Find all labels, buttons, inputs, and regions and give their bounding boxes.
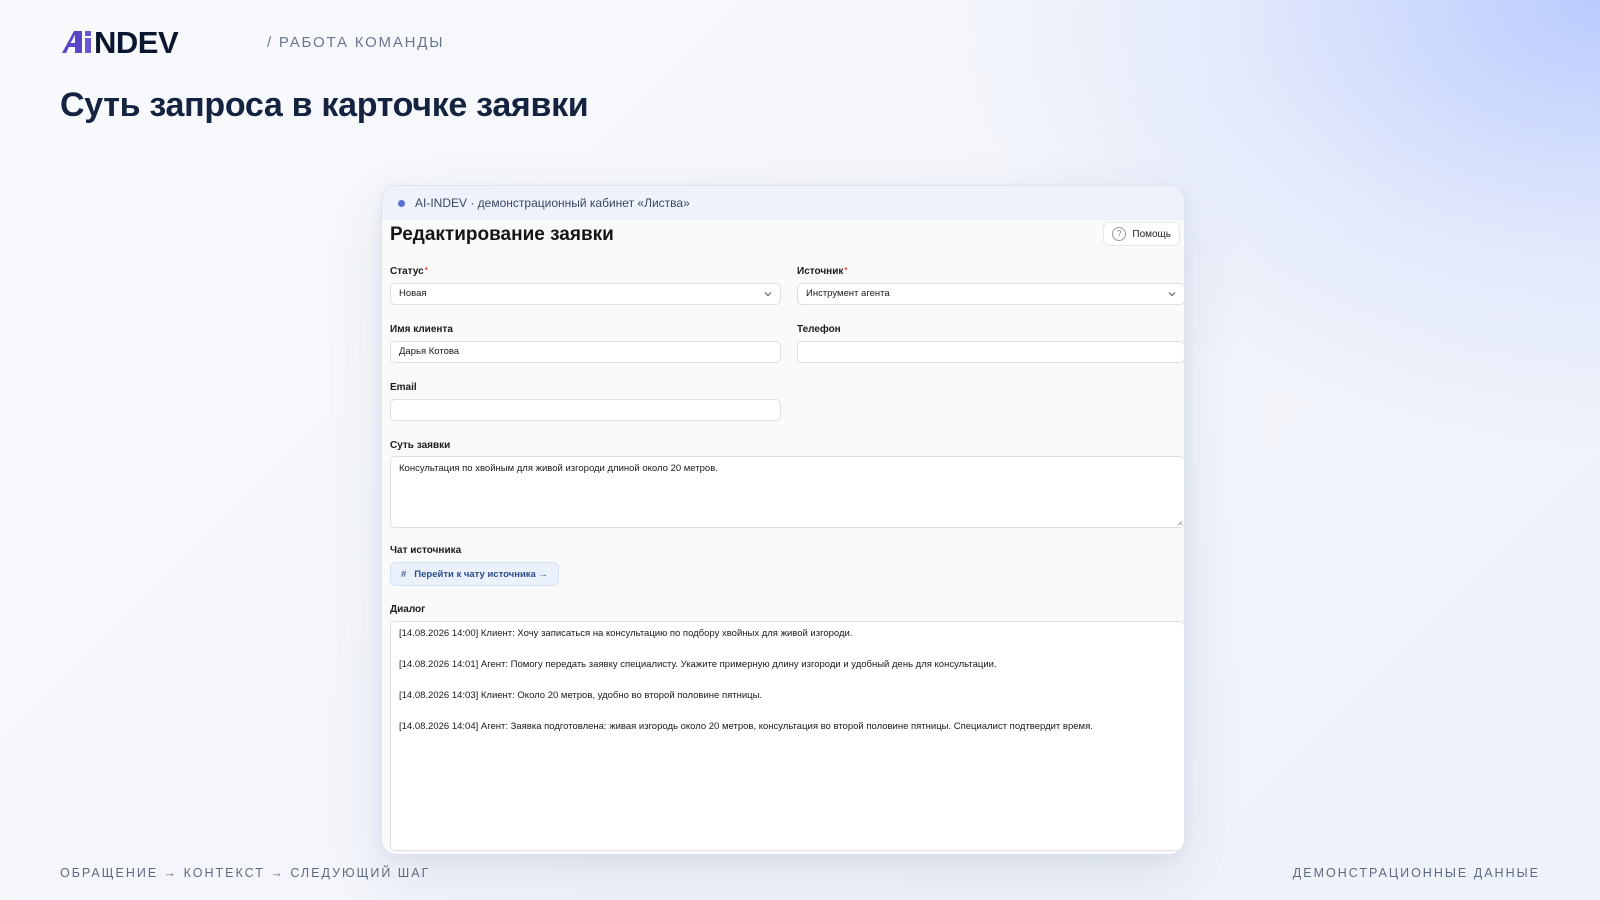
required-mark: * <box>424 266 428 275</box>
dialog-message: [14.08.2026 14:04] Агент: Заявка подгото… <box>399 721 1093 732</box>
go-to-source-chat-button[interactable]: # Перейти к чату источника → <box>390 562 559 586</box>
help-label: Помощь <box>1132 228 1171 240</box>
summary-value: Консультация по хвойным для живой изгоро… <box>399 463 718 474</box>
source-chat-label: Чат источника <box>390 545 462 556</box>
help-circle-icon: ? <box>1112 227 1127 241</box>
status-dot-icon <box>398 199 405 207</box>
phone-label: Телефон <box>797 324 841 335</box>
status-value: Новая <box>399 288 427 299</box>
help-button[interactable]: ? Помощь <box>1103 222 1180 246</box>
resize-grip-icon[interactable] <box>1177 520 1183 526</box>
logo-wordmark: NDEV <box>60 24 179 60</box>
status-label-text: Статус <box>390 266 424 277</box>
app-window: AI-INDEV · демонстрационный кабинет «Лис… <box>381 185 1185 855</box>
dialog-textarea[interactable]: [14.08.2026 14:00] Клиент: Хочу записать… <box>390 621 1184 851</box>
slide-title: Суть запроса в карточке заявки <box>60 86 589 124</box>
source-label: Источник* <box>797 266 848 277</box>
chevron-down-icon <box>764 292 772 297</box>
dialog-label: Диалог <box>390 604 426 615</box>
phone-input[interactable] <box>797 341 1184 363</box>
dialog-message: [14.08.2026 14:00] Клиент: Хочу записать… <box>399 628 853 639</box>
go-to-source-chat-label: Перейти к чату источника → <box>414 568 548 580</box>
status-select[interactable]: Новая <box>390 283 781 305</box>
ai-logo-mark-icon <box>62 31 91 53</box>
client-name-label: Имя клиента <box>390 324 453 335</box>
client-name-input[interactable]: Дарья Котова <box>390 341 781 363</box>
dialog-message: [14.08.2026 14:03] Клиент: Около 20 метр… <box>399 690 763 701</box>
window-titlebar: AI-INDEV · демонстрационный кабинет «Лис… <box>382 186 1184 220</box>
brand-logo: NDEV <box>60 24 179 60</box>
chevron-down-icon <box>1168 292 1176 297</box>
logo-text: NDEV <box>94 24 179 60</box>
section-label: / РАБОТА КОМАНДЫ <box>267 34 445 51</box>
window-title: AI-INDEV · демонстрационный кабинет «Лис… <box>415 196 690 210</box>
dialog-message: [14.08.2026 14:01] Агент: Помогу передат… <box>399 659 997 670</box>
hash-icon: # <box>401 568 407 580</box>
client-name-value: Дарья Котова <box>399 346 460 357</box>
status-label: Статус* <box>390 266 428 277</box>
source-label-text: Источник <box>797 266 844 277</box>
form-title: Редактирование заявки <box>390 224 614 245</box>
email-label: Email <box>390 382 417 393</box>
source-select[interactable]: Инструмент агента <box>797 283 1184 305</box>
email-input[interactable] <box>390 399 781 421</box>
edit-request-form: Редактирование заявки ? Помощь Статус* Н… <box>382 220 1184 854</box>
summary-label: Суть заявки <box>390 440 451 451</box>
required-mark: * <box>844 266 848 275</box>
source-value: Инструмент агента <box>806 288 890 299</box>
footer-flow-label: ОБРАЩЕНИЕ → КОНТЕКСТ → СЛЕДУЮЩИЙ ШАГ <box>60 866 431 880</box>
summary-textarea[interactable]: Консультация по хвойным для живой изгоро… <box>390 456 1184 528</box>
footer-demo-label: ДЕМОНСТРАЦИОННЫЕ ДАННЫЕ <box>1292 866 1540 880</box>
